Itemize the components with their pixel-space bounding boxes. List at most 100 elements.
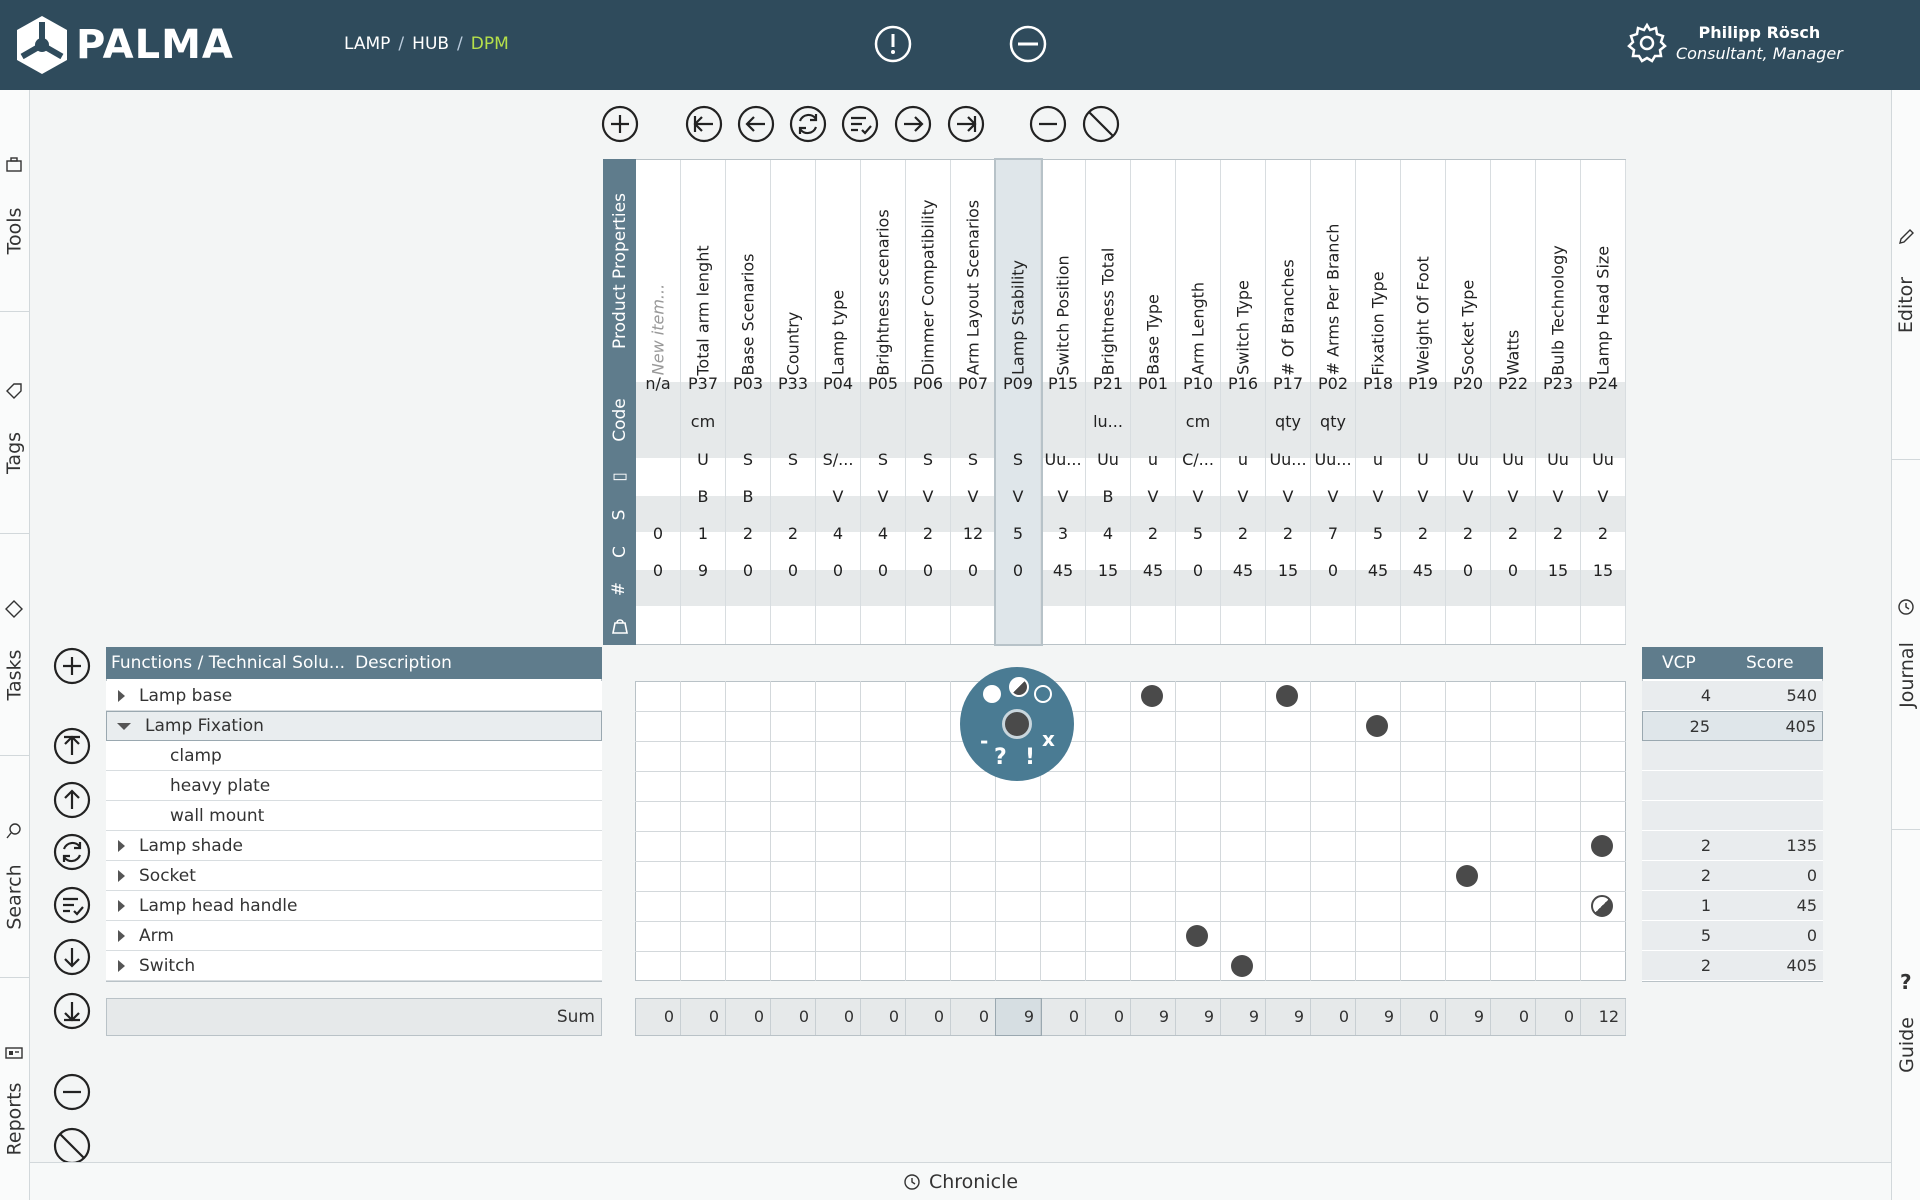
refresh-button[interactable] <box>788 104 828 144</box>
chronicle-bar[interactable]: Chronicle <box>30 1162 1891 1200</box>
property-column[interactable]: Base Type P01 u V 2 45 <box>1131 160 1176 644</box>
breadcrumb-item-hub[interactable]: HUB <box>412 34 449 54</box>
relation-dot[interactable] <box>1186 925 1208 947</box>
radial-menu[interactable]: - ? ! x <box>960 667 1074 781</box>
rail-tab-reports[interactable]: Reports <box>0 978 29 1200</box>
arrow-down-button[interactable] <box>52 937 92 977</box>
rail-tab-journal[interactable]: Journal <box>1892 460 1920 830</box>
caret-right-icon[interactable] <box>118 899 125 912</box>
gear-icon[interactable] <box>1626 22 1668 64</box>
relation-dot[interactable] <box>1366 715 1388 737</box>
sum-cell: 12 <box>1581 999 1626 1035</box>
add-row-button[interactable] <box>52 646 92 686</box>
relation-dot[interactable] <box>1276 685 1298 707</box>
caret-right-icon[interactable] <box>118 689 125 702</box>
checklist-row-button[interactable] <box>52 885 92 925</box>
property-column[interactable]: # Of Branches P17 qty Uu... V 2 15 <box>1266 160 1311 644</box>
rail-tab-label: Tools <box>3 207 26 254</box>
relation-dot[interactable] <box>1141 685 1163 707</box>
header-functions[interactable]: Functions / Technical Solu... <box>111 653 345 673</box>
property-column[interactable]: Socket Type P20 Uu V 2 0 <box>1446 160 1491 644</box>
move-first-button[interactable] <box>684 104 724 144</box>
tree-row[interactable]: Arm <box>106 921 602 951</box>
rail-tab-search[interactable]: Search <box>0 756 29 978</box>
header-description[interactable]: Description <box>355 653 452 673</box>
block-row-button[interactable] <box>52 1126 92 1166</box>
move-last-button[interactable] <box>946 104 986 144</box>
block-button[interactable] <box>1081 104 1121 144</box>
tree-row[interactable]: Switch <box>106 951 602 981</box>
tree-row[interactable]: heavy plate <box>106 771 602 801</box>
rail-tab-tasks[interactable]: Tasks <box>0 534 29 756</box>
rail-tab-editor[interactable]: Editor <box>1892 90 1920 460</box>
refresh-row-button[interactable] <box>52 832 92 872</box>
rail-tab-tags[interactable]: Tags <box>0 312 29 534</box>
minus-circle-icon[interactable] <box>1008 24 1048 64</box>
arrow-left-button[interactable] <box>736 104 776 144</box>
property-column[interactable]: Fixation Type P18 u V 5 45 <box>1356 160 1401 644</box>
caret-right-icon[interactable] <box>118 869 125 882</box>
property-column[interactable]: Base Scenarios P03 S B 2 0 <box>726 160 771 644</box>
radial-exclaim[interactable]: ! <box>1025 745 1035 770</box>
property-column[interactable]: Lamp Head Size P24 Uu V 2 15 <box>1581 160 1626 644</box>
property-column[interactable]: Brightness Total P21 lu... Uu B 4 15 <box>1086 160 1131 644</box>
column-name-text: Watts <box>1503 329 1523 376</box>
rail-tab-tools[interactable]: Tools <box>0 90 29 312</box>
radial-minus[interactable]: - <box>980 729 988 753</box>
move-top-button[interactable] <box>52 726 92 766</box>
rail-tab-guide[interactable]: ? Guide <box>1892 830 1920 1200</box>
add-circle-button[interactable] <box>600 104 640 144</box>
property-column[interactable]: Switch Type P16 u V 2 45 <box>1221 160 1266 644</box>
tree-row[interactable]: Lamp shade <box>106 831 602 861</box>
radial-close[interactable]: x <box>1042 727 1055 751</box>
relation-dot[interactable] <box>1231 955 1253 977</box>
breadcrumb-item-dpm[interactable]: DPM <box>471 34 509 54</box>
column-name-text: Base Type <box>1143 294 1163 375</box>
property-column[interactable]: Arm Length P10 cm C/... V 5 0 <box>1176 160 1221 644</box>
relation-dot[interactable] <box>1456 865 1478 887</box>
header-score[interactable]: Score <box>1746 653 1794 673</box>
caret-right-icon[interactable] <box>118 959 125 972</box>
caret-down-icon[interactable] <box>117 722 131 730</box>
tree-row[interactable]: Socket <box>106 861 602 891</box>
relation-dot[interactable] <box>1591 835 1613 857</box>
arrow-right-button[interactable] <box>893 104 933 144</box>
user-menu[interactable]: Philipp Rösch Consultant, Manager <box>1626 22 1843 64</box>
property-column[interactable]: New item... n/a 0 0 <box>636 160 681 644</box>
property-column[interactable]: Bulb Technology P23 Uu V 2 15 <box>1536 160 1581 644</box>
column-c-cell: V <box>1597 487 1609 506</box>
radial-question[interactable]: ? <box>994 745 1007 770</box>
breadcrumb-item-lamp[interactable]: LAMP <box>344 34 390 54</box>
remove-row-button[interactable] <box>52 1072 92 1112</box>
tree-row[interactable]: wall mount <box>106 801 602 831</box>
move-bottom-button[interactable] <box>52 991 92 1031</box>
property-column[interactable]: Country P33 S 2 0 <box>771 160 816 644</box>
tree-row[interactable]: Lamp head handle <box>106 891 602 921</box>
tree-row[interactable]: Lamp base <box>106 681 602 711</box>
column-code-cell: P07 <box>957 374 988 393</box>
property-column[interactable]: Arm Layout Scenarios P07 S V 12 0 <box>951 160 996 644</box>
property-column[interactable]: Total arm lenght P37 cm U B 1 9 <box>681 160 726 644</box>
property-column[interactable]: Weight Of Foot P19 U V 2 45 <box>1401 160 1446 644</box>
tree-row[interactable]: Lamp Fixation <box>106 711 602 741</box>
tree-row[interactable]: clamp <box>106 741 602 771</box>
exclamation-circle-icon[interactable] <box>873 24 913 64</box>
property-column[interactable]: Lamp type P04 S/... V 4 0 <box>816 160 861 644</box>
app-logo[interactable]: PALMA <box>14 14 234 76</box>
header-vcp[interactable]: VCP <box>1662 653 1696 673</box>
empty-dot-option[interactable] <box>1034 685 1052 703</box>
property-column[interactable]: Lamp Stability P09 S V 5 0 <box>994 158 1043 646</box>
property-column[interactable]: # Arms Per Branch P02 qty Uu... V 7 0 <box>1311 160 1356 644</box>
half-relation-dot[interactable] <box>1591 895 1613 917</box>
property-column[interactable]: Watts P22 Uu V 2 0 <box>1491 160 1536 644</box>
property-column[interactable]: Switch Position P15 Uu... V 3 45 <box>1041 160 1086 644</box>
property-column[interactable]: Dimmer Compatibility P06 S V 2 0 <box>906 160 951 644</box>
caret-right-icon[interactable] <box>118 929 125 942</box>
remove-button[interactable] <box>1028 104 1068 144</box>
arrow-up-button[interactable] <box>52 780 92 820</box>
caret-right-icon[interactable] <box>118 839 125 852</box>
half-dot-option[interactable] <box>1009 677 1029 697</box>
full-dot-option[interactable] <box>983 685 1001 703</box>
checklist-button[interactable] <box>840 104 880 144</box>
property-column[interactable]: Brightness scenarios P05 S V 4 0 <box>861 160 906 644</box>
